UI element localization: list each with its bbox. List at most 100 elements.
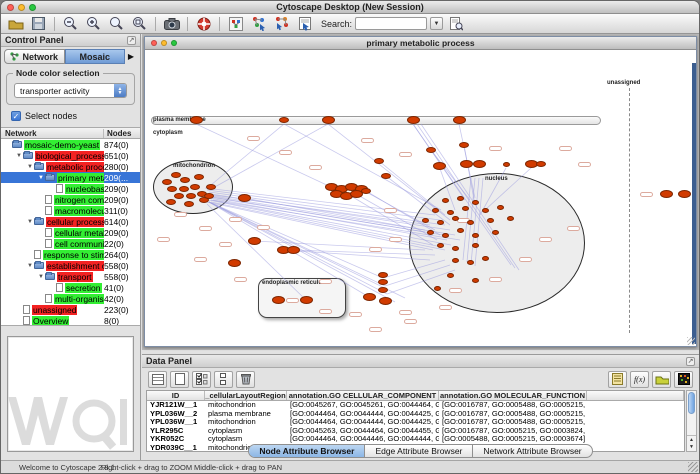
network-node[interactable] [452, 216, 459, 221]
table-row[interactable]: YPL036W__2plasma membrane[GO:0044464, GO… [147, 410, 684, 419]
network-node[interactable] [379, 297, 392, 305]
clear-attributes-icon[interactable] [170, 371, 189, 388]
column-header[interactable]: _cellularLayoutRegion [205, 391, 287, 400]
network-node[interactable] [322, 116, 335, 124]
network-node[interactable] [457, 228, 464, 233]
network-node[interactable] [503, 162, 510, 167]
network-node[interactable] [186, 193, 196, 199]
network-node[interactable] [174, 193, 184, 199]
save-session-icon[interactable] [28, 15, 49, 32]
network-node[interactable] [507, 216, 514, 221]
zoom-fit-icon[interactable] [106, 15, 127, 32]
import-network-icon[interactable] [248, 15, 269, 32]
table-cell[interactable]: mitochondrion [205, 418, 287, 427]
network-frame-titlebar[interactable]: primary metabolic process [145, 37, 696, 50]
network-node[interactable] [378, 287, 388, 293]
network-node[interactable] [660, 190, 673, 198]
network-node[interactable] [437, 243, 444, 248]
tree-row[interactable]: mosaic-demo-yeast874(0) [1, 139, 140, 150]
network-node[interactable] [300, 296, 313, 304]
frame-minimize-button[interactable] [161, 40, 167, 46]
table-cell[interactable]: YKR052C [147, 435, 205, 444]
table-cell[interactable]: YJR121W__1 [147, 401, 205, 410]
table-cell[interactable]: plasma membrane [205, 410, 287, 419]
zoom-region-icon[interactable] [129, 15, 150, 32]
zoom-in-icon[interactable] [83, 15, 104, 32]
table-cell[interactable]: mitochondrion [205, 401, 287, 410]
tab-mosaic[interactable]: Mosaic [65, 49, 126, 64]
search-input[interactable] [355, 17, 427, 30]
network-node[interactable] [427, 230, 434, 235]
network-node[interactable] [272, 296, 285, 304]
network-node[interactable] [287, 246, 300, 254]
network-node[interactable] [447, 210, 454, 215]
table-row[interactable]: YKR052Ccytoplasm[GO:0044464, GO:0044446,… [147, 435, 684, 444]
matrix-view-icon[interactable] [674, 371, 693, 388]
table-cell[interactable]: [GO:0045263, GO:0044464, GO:0044455, G..… [287, 427, 439, 436]
disclosure-triangle-icon[interactable]: ▼ [15, 153, 23, 159]
disclosure-triangle-icon[interactable]: ▼ [26, 263, 34, 269]
import-attributes-icon[interactable] [652, 371, 671, 388]
network-node[interactable] [190, 184, 200, 190]
network-node[interactable] [279, 117, 289, 123]
network-canvas[interactable]: plasma membrane cytoplasm mitochondrion … [145, 50, 696, 346]
network-node[interactable] [437, 220, 444, 225]
network-node[interactable] [678, 190, 691, 198]
attribute-editor-icon[interactable] [608, 371, 627, 388]
tab-network[interactable]: Network [4, 49, 65, 64]
network-node[interactable] [190, 116, 203, 124]
network-node[interactable] [162, 179, 172, 185]
float-data-panel-icon[interactable]: ↗ [686, 357, 695, 366]
network-node[interactable] [361, 188, 371, 194]
tree-row[interactable]: Overview8(0) [1, 315, 140, 326]
network-node[interactable] [459, 142, 469, 148]
network-node[interactable] [462, 206, 469, 211]
delete-attribute-icon[interactable] [236, 371, 255, 388]
tree-row[interactable]: cell communicat22(0) [1, 238, 140, 249]
tree-row[interactable]: nucleobase-209(0) [1, 183, 140, 194]
network-node[interactable] [238, 194, 251, 202]
table-cell[interactable]: [GO:0005488, GO:0005215, GO:0003674] [439, 435, 587, 444]
table-cell[interactable]: YLR295C [147, 427, 205, 436]
select-nodes-checkbox[interactable]: ✓ [11, 111, 21, 121]
network-node[interactable] [452, 246, 459, 251]
network-node[interactable] [452, 258, 459, 263]
network-node[interactable] [487, 218, 494, 223]
tree-row[interactable]: ▼metabolic process280(0) [1, 161, 140, 172]
export-icon[interactable] [294, 15, 315, 32]
network-node[interactable] [492, 230, 499, 235]
frame-close-button[interactable] [151, 40, 157, 46]
network-node[interactable] [467, 260, 474, 265]
table-cell[interactable]: [GO:0016787, GO:0005488, GO:0005215, G..… [439, 401, 587, 410]
tree-row[interactable]: ▼primary metabol209(... [1, 172, 140, 183]
disclosure-triangle-icon[interactable]: ▼ [26, 219, 34, 225]
network-node[interactable] [179, 186, 189, 192]
network-node[interactable] [171, 172, 181, 178]
network-node[interactable] [374, 158, 384, 164]
network-node[interactable] [447, 273, 454, 278]
scroll-up-icon[interactable]: ▲ [689, 437, 694, 443]
network-node[interactable] [180, 177, 190, 183]
float-panel-icon[interactable]: ↗ [127, 36, 136, 45]
table-cell[interactable]: [GO:0044464, GO:0044444, GO:0044425, G..… [287, 418, 439, 427]
network-node[interactable] [536, 161, 546, 167]
tree-row[interactable]: unassigned223(0) [1, 304, 140, 315]
table-row[interactable]: YPL036W__1mitochondrion[GO:0044464, GO:0… [147, 418, 684, 427]
window-resize-grip[interactable] [688, 462, 698, 472]
tree-row[interactable]: ▼biological_process651(0) [1, 150, 140, 161]
tree-row[interactable]: cellular metabol209(0) [1, 227, 140, 238]
network-node[interactable] [442, 233, 449, 238]
table-cell[interactable]: cytoplasm [205, 435, 287, 444]
network-node[interactable] [497, 205, 504, 210]
tree-header-nodes[interactable]: Nodes [104, 129, 140, 138]
network-node[interactable] [363, 293, 376, 301]
import-network-web-icon[interactable] [271, 15, 292, 32]
tree-row[interactable]: multi-organism pro42(0) [1, 293, 140, 304]
select-all-attributes-icon[interactable] [148, 371, 167, 388]
network-node[interactable] [426, 147, 436, 153]
network-node[interactable] [472, 278, 479, 283]
table-cell[interactable]: YPL036W__2 [147, 410, 205, 419]
select-attributes-icon[interactable] [192, 371, 211, 388]
network-node[interactable] [434, 286, 441, 291]
disclosure-triangle-icon[interactable]: ▼ [37, 274, 45, 280]
